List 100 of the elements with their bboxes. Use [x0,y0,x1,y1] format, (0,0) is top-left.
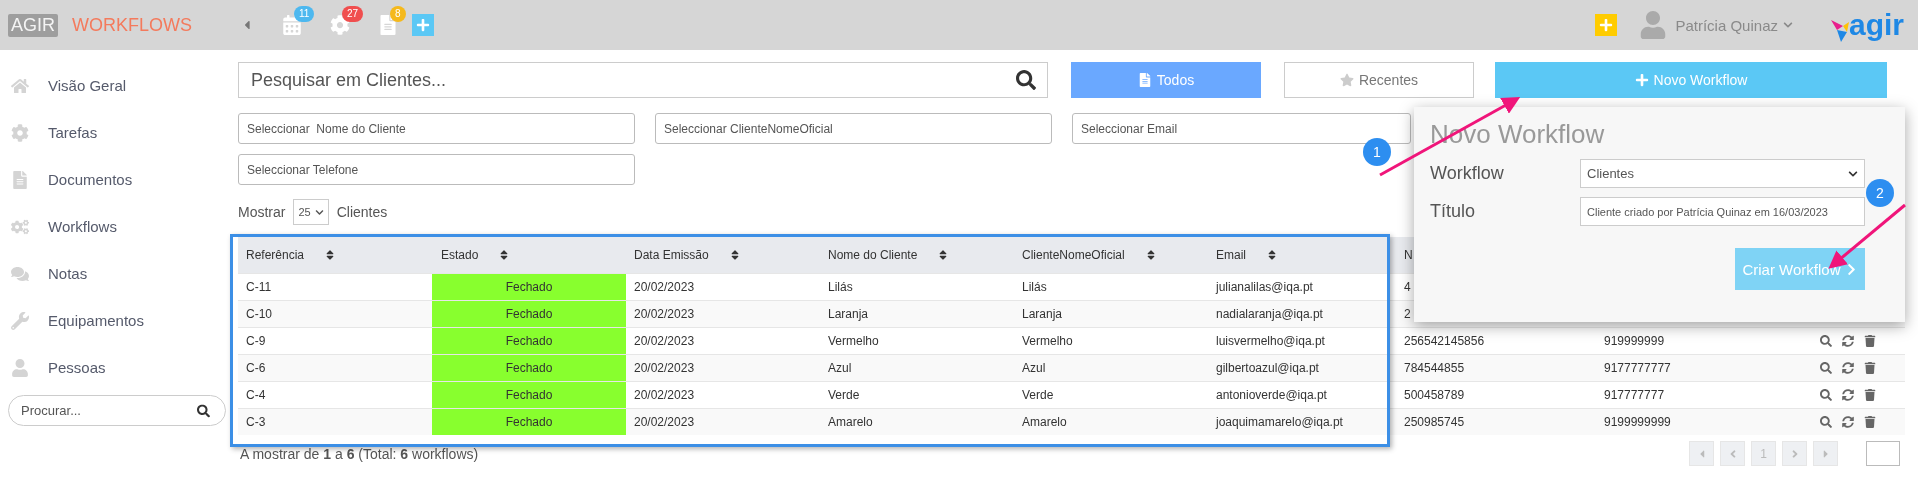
filter-field[interactable]: Seleccionar Nome do Cliente [238,113,635,144]
table-cell-text: Amarelo [827,414,874,431]
table-cell-text: Vermelho [1021,333,1074,350]
table-cell-text: 919999999 [1603,333,1666,350]
status-cell: Fechado [432,382,626,408]
chevron-down-icon [1848,168,1858,179]
search-field[interactable]: Procurar... [8,395,226,426]
search-icon[interactable] [197,404,210,417]
wrench-icon [10,311,30,330]
sort-icon[interactable] [1266,249,1278,261]
page-size-select[interactable]: 25 [293,199,329,225]
search-icon[interactable] [1820,416,1832,428]
status-cell: Fechado [432,409,626,435]
star-icon [1339,73,1354,87]
refresh-icon[interactable] [1842,389,1854,401]
title-field[interactable]: Cliente criado por Patrícia Quinaz em 16/03/2023 [1580,197,1865,226]
sidebar-item[interactable]: Workflows [8,203,222,250]
gear-icon[interactable] [330,15,350,35]
table-cell-text: 2 [1403,306,1412,323]
trash-icon[interactable] [1864,335,1876,347]
table-cell-text: julianalilas@iqa.pt [1214,279,1314,296]
field-label: Workflow [1430,163,1504,184]
sidebar-label: Documentos [48,171,133,188]
table-cell-text: 917777777 [1603,387,1666,404]
column-header[interactable]: Estado [441,248,479,262]
sidebar-item[interactable]: Notas [8,250,222,297]
status-cell: Fechado [432,301,626,327]
trash-icon[interactable] [1864,416,1876,428]
table-cell-text: Azul [1021,360,1047,377]
table-cell-text: C-9 [245,333,267,350]
table-cell-text: Lilás [1021,279,1048,296]
sidebar-label: Tarefas [48,124,98,141]
show-label: Mostrar [238,204,286,220]
step-number: 1 [1373,144,1381,160]
chevron-down-icon [314,207,324,217]
sidebar-label: Visão Geral [48,77,127,94]
table-cell-text: 20/02/2023 [633,360,696,377]
workflow-select[interactable]: Clientes [1580,159,1865,188]
chevron-down-icon [1782,20,1793,30]
table-cell-text: 250985745 [1403,414,1466,431]
column-header[interactable]: Email [1216,248,1246,262]
chat-icon [10,264,30,283]
filter-tab[interactable]: Recentes [1284,62,1474,98]
filter-field[interactable]: Seleccionar Email [1072,113,1411,144]
home-icon [10,76,30,95]
step-marker [1866,179,1894,207]
step-number: 2 [1876,185,1884,201]
show-unit: Clientes [336,204,388,220]
column-header[interactable]: ClienteNomeOficial [1022,248,1125,262]
table-cell-text: 500458789 [1403,387,1466,404]
sidebar-label: Equipamentos [48,312,144,329]
column-header[interactable]: Nome do Cliente [828,248,918,262]
trash-icon[interactable] [1864,389,1876,401]
plus-icon [1634,73,1649,87]
sidebar-item[interactable]: Equipamentos [8,297,222,344]
table-cell-text: Laranja [1021,306,1064,323]
sidebar-label: Pessoas [48,359,106,376]
table-cell-text: joaquimamarelo@iqa.pt [1214,414,1344,431]
filter-field[interactable]: Seleccionar Telefone [238,154,635,185]
table-cell-text: Verde [827,387,861,404]
filter-field[interactable]: Seleccionar ClienteNomeOficial [655,113,1052,144]
results-summary: A mostrar de 1 a 6 (Total: 6 workflows) [240,445,479,462]
step-marker [1363,138,1391,166]
count-badge: 11 [294,6,315,22]
table-cell-text: luisvermelho@iqa.pt [1215,333,1326,350]
table-cell-text: Vermelho [827,333,880,350]
table-cell-text: C-4 [245,387,267,404]
status-cell: Fechado [432,328,626,354]
refresh-icon[interactable] [1842,362,1854,374]
search-icon[interactable] [1820,362,1832,374]
product-name: WORKFLOWS [72,14,192,36]
table-cell-text: 784544855 [1403,360,1466,377]
table-cell-text: antonioverde@iqa.pt [1215,387,1328,404]
table-cell-text: 20/02/2023 [633,387,696,404]
sidebar-item[interactable]: Pessoas [8,344,222,391]
table-cell-text: Laranja [827,306,870,323]
search-icon[interactable] [1016,70,1036,90]
document-icon [1137,73,1152,87]
count-badge: 8 [390,6,406,22]
status-cell: Fechado [432,274,626,300]
search-icon[interactable] [1820,335,1832,347]
table-cell-text: 20/02/2023 [633,414,696,431]
sidebar-item[interactable]: Visão Geral [8,62,222,109]
column-header[interactable]: Referência [246,248,305,262]
table-cell-text: C-11 [245,279,273,296]
sidebar-item[interactable]: Documentos [8,156,222,203]
logo: agir [1830,8,1904,42]
status-cell: Fechado [432,355,626,381]
search-field[interactable]: Pesquisar em Clientes... [238,62,1048,98]
column-header[interactable]: N [1404,248,1413,262]
column-header[interactable]: Data Emissão [634,248,709,262]
refresh-icon[interactable] [1842,416,1854,428]
table-cell-text: 9177777777 [1603,360,1672,377]
table-cell-text: Verde [1021,387,1055,404]
refresh-icon[interactable] [1842,335,1854,347]
sidebar-item[interactable]: Tarefas [8,109,222,156]
page-input[interactable] [1866,441,1900,466]
table-cell-text: C-6 [245,360,267,377]
trash-icon[interactable] [1864,362,1876,374]
search-icon[interactable] [1820,389,1832,401]
